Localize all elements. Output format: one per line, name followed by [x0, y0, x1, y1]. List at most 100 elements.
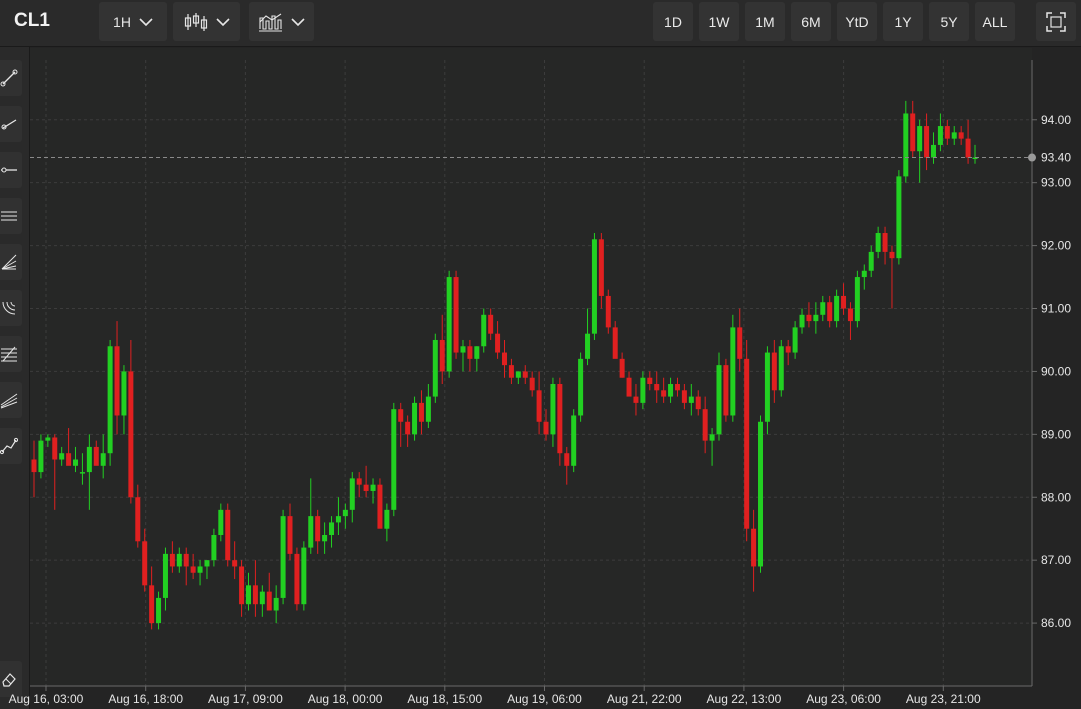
y-tick-label: 92.00 [1041, 239, 1071, 253]
candle-body [778, 346, 784, 391]
candle-body [515, 371, 521, 378]
candle-body [467, 346, 473, 359]
price-chart[interactable]: 86.00 87.00 88.00 89.00 90.00 91.00 92.00 93.00… [0, 0, 1081, 709]
candle-body [73, 459, 79, 466]
candle-body [252, 585, 258, 605]
candle-body [377, 484, 383, 529]
candle-body [38, 440, 44, 473]
x-tick-label: Aug 19, 06:00 [507, 692, 582, 706]
candle-body [792, 327, 798, 353]
candle-body [31, 459, 37, 473]
candle-body [889, 251, 895, 259]
x-tick-label: Aug 16, 03:00 [9, 692, 84, 706]
candle-body [716, 365, 722, 435]
y-tick-label: 91.00 [1041, 302, 1071, 316]
candle-body [681, 390, 687, 403]
candle-body [910, 113, 916, 152]
candle-body [135, 497, 141, 542]
candle [391, 402, 397, 517]
candle-body [488, 314, 494, 334]
candle-body [495, 333, 501, 353]
candle-body [508, 365, 514, 378]
candle-body [370, 484, 376, 491]
candle [280, 509, 286, 605]
candle-body [287, 516, 293, 554]
candle-body [626, 377, 632, 397]
candle-body [245, 585, 251, 605]
candle-body [412, 402, 418, 435]
y-tick-label: 88.00 [1041, 490, 1071, 504]
candle-body [647, 377, 653, 385]
candle-body [785, 346, 791, 353]
candle-body [758, 421, 764, 567]
candle-body [875, 233, 881, 252]
candle-body [502, 352, 507, 366]
candle [412, 396, 418, 441]
candle-body [162, 553, 168, 598]
candle-body [674, 384, 680, 391]
candle-body [342, 509, 348, 517]
candle-body [965, 138, 971, 158]
candle-body [619, 358, 625, 378]
candle-body [799, 314, 805, 328]
candle-body [806, 314, 812, 322]
x-tick-label: Aug 23, 06:00 [806, 692, 881, 706]
candle-body [259, 591, 265, 605]
y-tick-label: 93.00 [1041, 176, 1071, 190]
candle-body [398, 409, 404, 422]
candle [758, 415, 764, 573]
candle-body [156, 597, 162, 624]
candle [778, 339, 784, 397]
candle-body [861, 270, 867, 278]
candle [854, 270, 860, 328]
candle-body [349, 478, 355, 510]
candle-body [834, 295, 840, 322]
candle-body [356, 478, 362, 485]
candle-body [266, 591, 272, 611]
candle-body [142, 541, 148, 586]
y-tick-label: 86.00 [1041, 616, 1071, 630]
candle-body [79, 472, 85, 474]
candle-body [329, 522, 335, 536]
candle-body [107, 346, 113, 454]
candle-body [100, 453, 106, 466]
candle-body [737, 327, 743, 359]
candle-body [529, 377, 535, 391]
x-tick-label: Aug 18, 00:00 [308, 692, 383, 706]
candle-body [363, 484, 369, 491]
candle-body [723, 365, 729, 416]
last-price-label: 93.40 [1041, 151, 1071, 165]
candle-body [578, 358, 584, 416]
candle-body [751, 528, 757, 567]
x-tick-label: Aug 16, 18:00 [108, 692, 183, 706]
candle-body [114, 346, 120, 416]
candle-body [841, 295, 847, 309]
candle-body [301, 547, 307, 605]
candle-body [744, 358, 750, 529]
candle-body [820, 302, 826, 315]
candle-body [550, 384, 556, 435]
candle-body [854, 277, 860, 322]
candle [716, 352, 722, 441]
candle-body [59, 453, 65, 460]
y-tick-label: 94.00 [1041, 113, 1071, 127]
candle-body [232, 560, 238, 567]
candle [225, 503, 231, 567]
candle [764, 346, 770, 435]
candle-body [225, 509, 231, 561]
x-tick-label: Aug 22, 13:00 [707, 692, 782, 706]
plot-background [30, 48, 1032, 686]
candle [446, 270, 452, 378]
candle [294, 547, 300, 611]
candle [432, 333, 438, 403]
candle-body [695, 396, 701, 410]
candle-body [709, 434, 715, 441]
candle-body [204, 560, 210, 567]
candle-body [702, 409, 708, 441]
candle-body [308, 516, 314, 548]
y-tick-label: 87.00 [1041, 553, 1071, 567]
candle-body [543, 421, 549, 435]
candle-body [239, 566, 245, 605]
candle-body [315, 516, 321, 542]
candle-body [432, 339, 438, 397]
